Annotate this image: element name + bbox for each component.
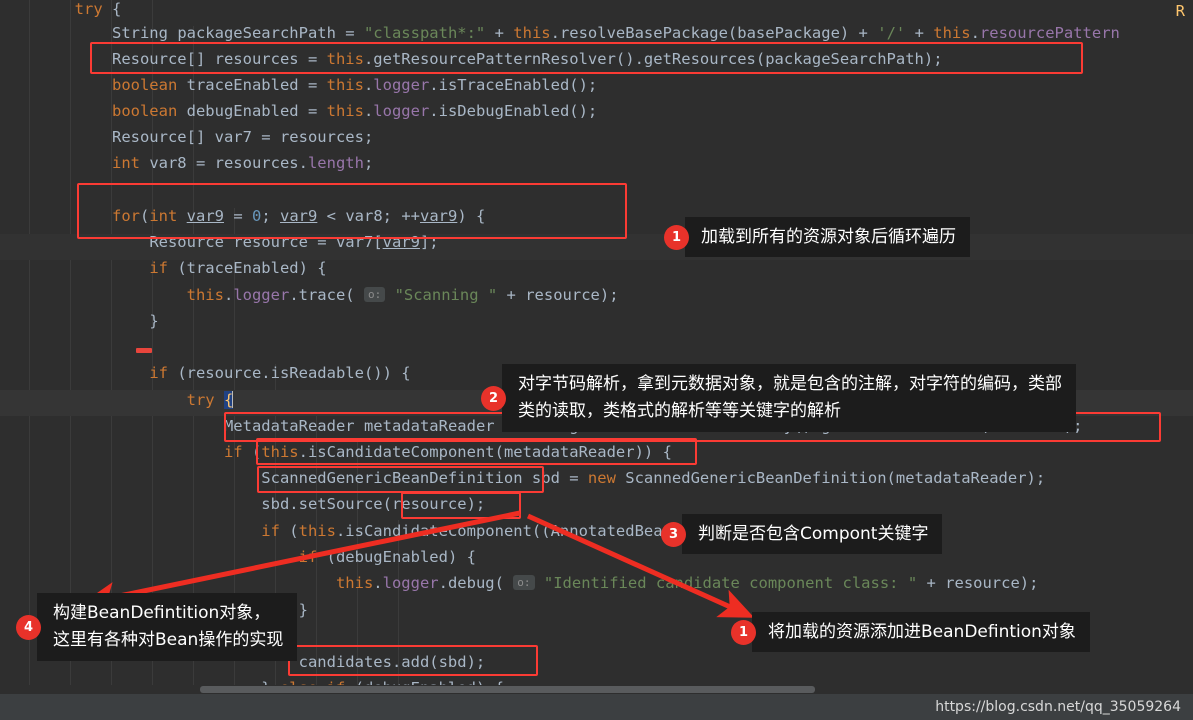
callout-2: 2 对字节码解析，拿到元数据对象，就是包含的注解，对字符的编码，类部 类的读取，… bbox=[481, 364, 1076, 432]
code-editor[interactable]: R try { String packageSearchPath = "clas… bbox=[0, 0, 1193, 697]
highlight-box-scannedgeneric bbox=[257, 466, 544, 493]
code-line[interactable]: sbd.setSource(resource); bbox=[0, 491, 1193, 517]
code-line[interactable]: try { bbox=[0, 0, 1193, 22]
change-marker-icon bbox=[136, 348, 152, 353]
callout-badge: 1 bbox=[731, 619, 756, 645]
callout-text: 构建BeanDefintition对象， 这里有各种对Bean操作的实现 bbox=[37, 593, 298, 661]
callout-badge: 4 bbox=[16, 614, 41, 640]
callout-badge: 1 bbox=[664, 224, 689, 250]
highlight-box-resources-line bbox=[90, 42, 1083, 74]
callout-text: 判断是否包含Compont关键字 bbox=[682, 514, 943, 554]
callout-3: 3 判断是否包含Compont关键字 bbox=[661, 514, 943, 554]
code-line[interactable]: boolean traceEnabled = this.logger.isTra… bbox=[0, 72, 1193, 98]
callout-text: 加载到所有的资源对象后循环遍历 bbox=[685, 217, 970, 257]
highlight-box-for-loop bbox=[77, 183, 627, 239]
code-line[interactable]: } bbox=[0, 308, 1193, 334]
code-line[interactable]: if (debugEnabled) { bbox=[0, 544, 1193, 570]
code-line[interactable]: boolean debugEnabled = this.logger.isDeb… bbox=[0, 98, 1193, 124]
breadcrumb[interactable]: ClassPathScanningCandidateComponentProvi… bbox=[0, 694, 713, 720]
screenshot-root: R try { String packageSearchPath = "clas… bbox=[0, 0, 1193, 720]
highlight-box-setsource bbox=[401, 492, 521, 519]
status-bar: ClassPathScanningCandidateComponentProvi… bbox=[0, 694, 1193, 720]
inlay-hint: o: bbox=[513, 575, 535, 590]
highlight-box-iscandidate bbox=[256, 438, 697, 465]
code-line[interactable]: this.logger.trace( o: "Scanning " + reso… bbox=[0, 282, 1193, 308]
code-line[interactable]: ScannedGenericBeanDefinition sbd = new S… bbox=[0, 465, 1193, 491]
callout-badge: 2 bbox=[481, 385, 506, 411]
callout-text: 对字节码解析，拿到元数据对象，就是包含的注解，对字符的编码，类部 类的读取，类格… bbox=[502, 364, 1076, 432]
code-line[interactable]: if (this.isCandidateComponent((Annotated… bbox=[0, 518, 1193, 544]
code-line[interactable]: int var8 = resources.length; bbox=[0, 150, 1193, 176]
watermark-url: https://blog.csdn.net/qq_35059264 bbox=[935, 699, 1181, 715]
inlay-hint: o: bbox=[363, 287, 386, 302]
callout-badge: 3 bbox=[661, 521, 686, 547]
callout-4: 4 构建BeanDefintition对象， 这里有各种对Bean操作的实现 bbox=[16, 593, 298, 661]
code-line[interactable]: if (traceEnabled) { bbox=[0, 255, 1193, 281]
code-line[interactable]: Resource[] var7 = resources; bbox=[0, 124, 1193, 150]
callout-1b: 1 将加载的资源添加进BeanDefintion对象 bbox=[731, 612, 1090, 652]
highlight-box-candidates-add bbox=[288, 645, 538, 676]
callout-text: 将加载的资源添加进BeanDefintion对象 bbox=[752, 612, 1090, 652]
horizontal-scrollbar-thumb[interactable] bbox=[200, 686, 815, 693]
callout-1a: 1 加载到所有的资源对象后循环遍历 bbox=[664, 217, 970, 257]
